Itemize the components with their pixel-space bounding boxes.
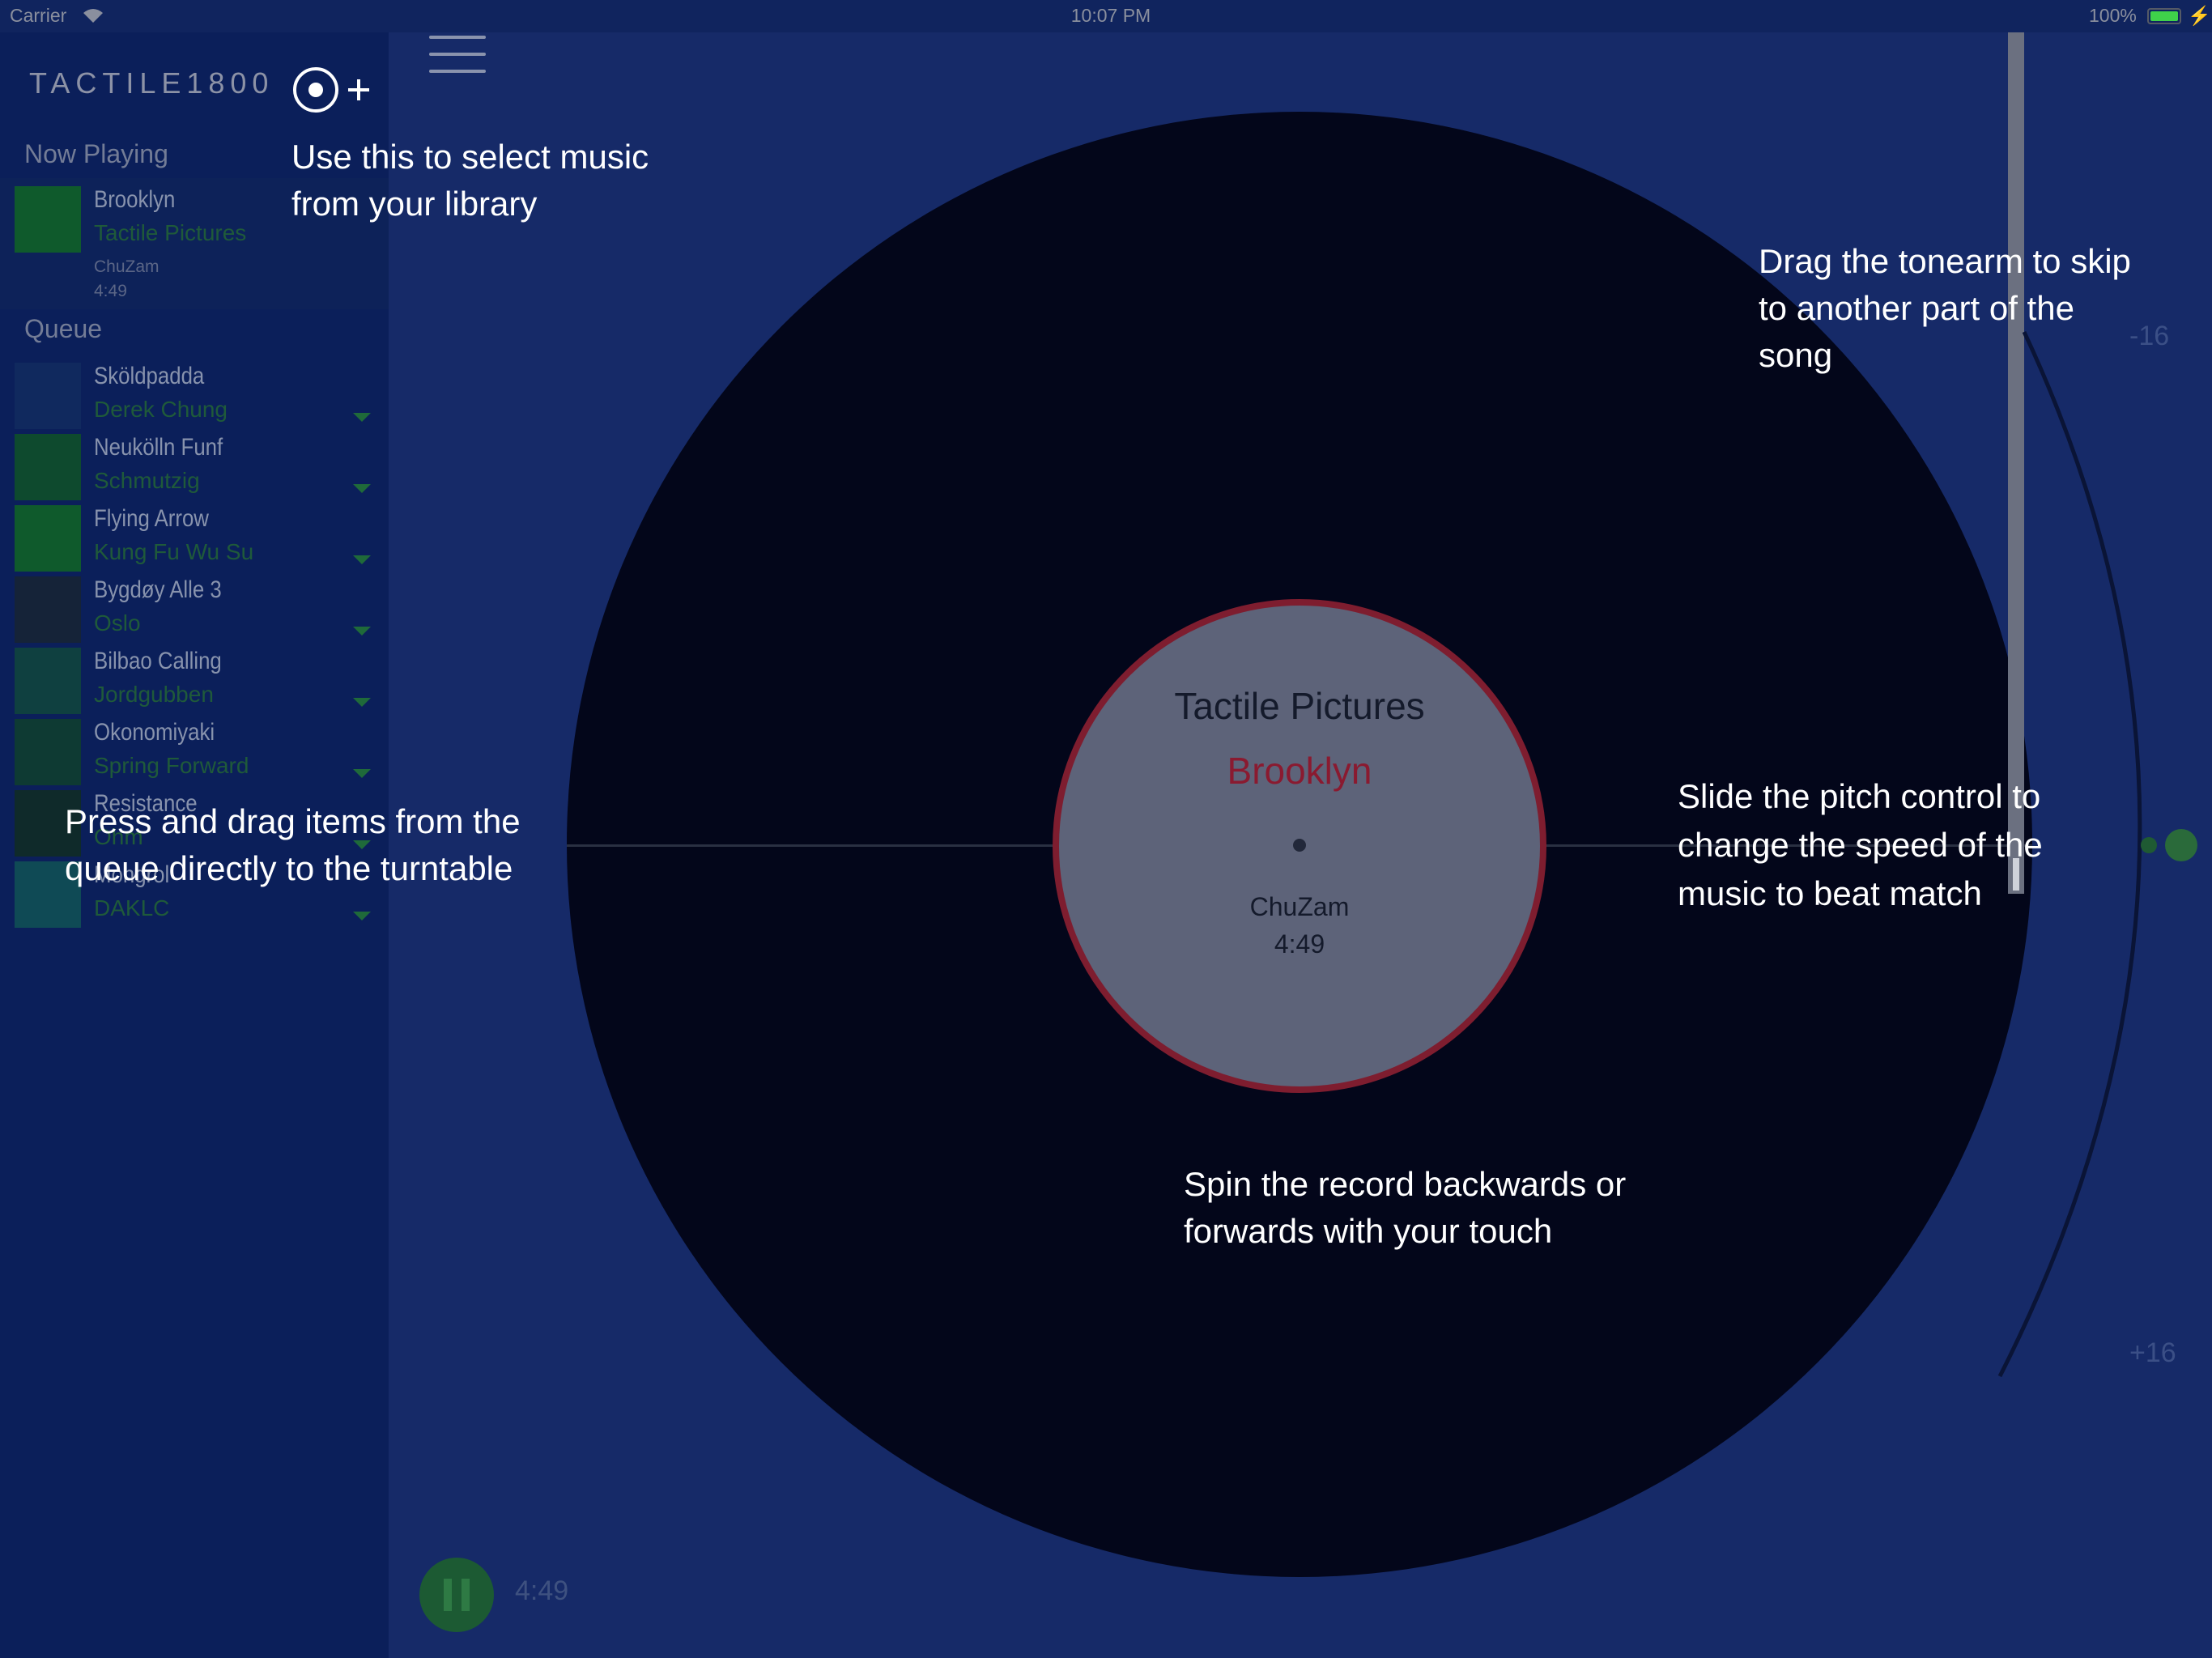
chevron-down-icon[interactable] <box>353 627 371 636</box>
track-artist: Spring Forward <box>94 753 249 778</box>
track-artist: Derek Chung <box>94 397 228 422</box>
status-bar: Carrier 10:07 PM 100% ⚡ <box>0 0 2212 32</box>
album-art <box>15 648 81 714</box>
chevron-down-icon[interactable] <box>353 484 371 493</box>
album-art <box>15 186 81 253</box>
record-artist: Tactile Pictures <box>1174 685 1425 727</box>
now-playing-heading: Now Playing <box>24 139 168 168</box>
album-art <box>15 719 81 785</box>
chevron-down-icon[interactable] <box>353 555 371 564</box>
pause-button[interactable] <box>419 1558 494 1632</box>
queue-item[interactable]: Bygdøy Alle 3 Oslo <box>15 576 371 643</box>
track-title: Bilbao Calling <box>94 648 222 674</box>
track-artist: Tactile Pictures <box>94 220 247 245</box>
album-art <box>15 505 81 572</box>
hint-tonearm: Drag the tonearm to skip to another part … <box>1759 242 2131 374</box>
record-duration: 4:49 <box>1274 929 1325 959</box>
add-music-icon[interactable] <box>291 62 372 118</box>
album-art <box>15 363 81 429</box>
track-title: Brooklyn <box>94 186 176 213</box>
chevron-down-icon[interactable] <box>353 413 371 422</box>
track-title: Flying Arrow <box>94 505 209 532</box>
spindle <box>1293 839 1306 852</box>
queue-item[interactable]: Okonomiyaki Spring Forward <box>15 719 371 785</box>
record-title: Brooklyn <box>1227 750 1372 792</box>
track-title: Sköldpadda <box>94 363 205 389</box>
hint-pitch: Slide the pitch control to change the spe… <box>1678 777 2043 912</box>
hint-queue: Press and drag items from the queue direc… <box>65 802 521 887</box>
menu-icon[interactable] <box>429 36 486 84</box>
record-album: ChuZam <box>1249 892 1350 921</box>
track-artist: Schmutzig <box>94 468 200 493</box>
playback-time: 4:49 <box>515 1575 569 1606</box>
pitch-plus-label: +16 <box>2129 1337 2176 1368</box>
queue-item[interactable]: Flying Arrow Kung Fu Wu Su <box>15 505 371 572</box>
hint-library: Use this to select music from your librar… <box>291 138 649 223</box>
now-playing-album: ChuZam <box>94 257 160 276</box>
chevron-down-icon[interactable] <box>353 912 371 920</box>
track-artist: DAKLC <box>94 895 170 920</box>
queue-item[interactable]: Sköldpadda Derek Chung <box>15 363 371 429</box>
album-art <box>15 434 81 500</box>
app-logo: TACTILE1800 <box>29 66 274 100</box>
queue-heading: Queue <box>24 314 103 343</box>
battery-icon <box>2147 8 2181 24</box>
clock: 10:07 PM <box>1070 5 1151 26</box>
chevron-down-icon[interactable] <box>353 769 371 778</box>
battery-percent: 100% <box>2089 5 2137 26</box>
track-artist: Kung Fu Wu Su <box>94 539 254 564</box>
track-title: Bygdøy Alle 3 <box>94 576 222 603</box>
track-title: Neukölln Funf <box>94 434 223 461</box>
pitch-minus-label: -16 <box>2129 321 2170 351</box>
track-title: Okonomiyaki <box>94 719 215 746</box>
chevron-down-icon[interactable] <box>353 698 371 707</box>
hint-spin: Spin the record backwards or forwards wit… <box>1184 1165 1627 1250</box>
queue-item[interactable]: Neukölln Funf Schmutzig <box>15 434 371 500</box>
queue-item[interactable]: Bilbao Calling Jordgubben <box>15 648 371 714</box>
carrier-label: Carrier <box>10 5 67 26</box>
album-art <box>15 576 81 643</box>
charging-icon: ⚡ <box>2188 5 2211 26</box>
track-artist: Oslo <box>94 610 141 636</box>
now-playing-duration: 4:49 <box>94 282 127 300</box>
wifi-icon <box>83 9 103 23</box>
track-artist: Jordgubben <box>94 682 214 707</box>
